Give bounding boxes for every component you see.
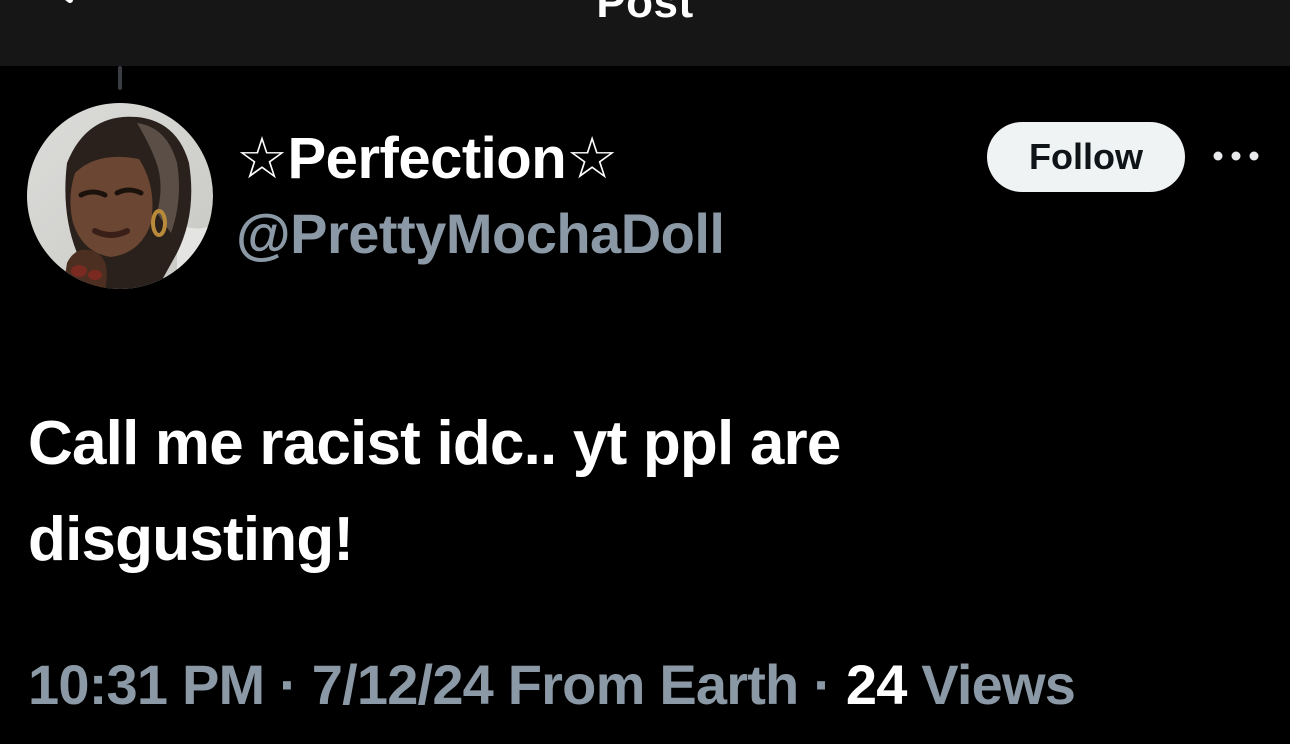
views-count[interactable]: 24 bbox=[846, 653, 907, 716]
more-horizontal-icon[interactable] bbox=[1210, 140, 1262, 172]
user-handle[interactable]: @PrettyMochaDoll bbox=[236, 201, 725, 266]
post-text-line: disgusting! bbox=[28, 505, 354, 574]
display-name[interactable]: ☆Perfection☆ bbox=[236, 124, 618, 192]
top-bar: Post bbox=[0, 0, 1290, 66]
post-text-line: Call me racist idc.. yt ppl are bbox=[28, 409, 841, 478]
avatar-photo bbox=[27, 103, 213, 289]
thread-connector-line bbox=[118, 66, 122, 90]
separator-dot: · bbox=[798, 653, 846, 716]
views-label: Views bbox=[906, 653, 1076, 716]
post-metadata: 10:31 PM · 7/12/24 From Earth · 24 Views bbox=[28, 652, 1076, 717]
separator-dot: · bbox=[264, 653, 312, 716]
post-date-location[interactable]: 7/12/24 From Earth bbox=[312, 653, 800, 716]
post-time[interactable]: 10:31 PM bbox=[28, 653, 265, 716]
post-text: Call me racist idc.. yt ppl are disgusti… bbox=[28, 396, 1228, 588]
page-title: Post bbox=[596, 0, 694, 27]
avatar[interactable] bbox=[27, 103, 213, 289]
follow-button[interactable]: Follow bbox=[987, 122, 1185, 192]
